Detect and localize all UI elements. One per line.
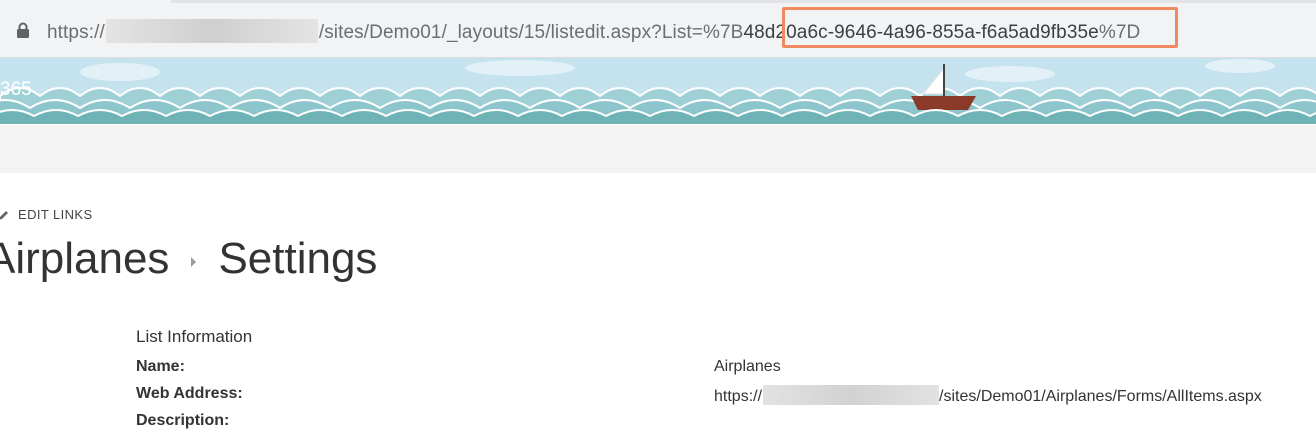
redacted-host xyxy=(763,385,940,405)
suite-bar xyxy=(0,125,1316,173)
web-address-value[interactable]: https:// /sites/Demo01/Airplanes/Forms/Al… xyxy=(714,385,1262,406)
address-bar[interactable]: https:// /sites/Demo01/_layouts/15/listed… xyxy=(0,0,1316,58)
theme-banner: 365 xyxy=(0,58,1316,125)
tab-strip-edge xyxy=(170,0,1316,3)
redacted-host xyxy=(105,19,318,43)
web-address-prefix: https:// xyxy=(714,388,763,405)
breadcrumb-current: Settings xyxy=(218,234,378,283)
name-label: Name: xyxy=(136,358,185,375)
description-label: Description: xyxy=(136,412,230,429)
breadcrumb-list-link[interactable]: Airplanes xyxy=(0,234,169,284)
guid-highlight-box xyxy=(782,7,1178,48)
pencil-icon xyxy=(0,210,8,220)
lock-icon[interactable] xyxy=(16,22,30,38)
page-title: Airplanes Settings xyxy=(0,234,377,284)
edit-links[interactable]: EDIT LINKS xyxy=(0,207,93,222)
breadcrumb-separator-icon xyxy=(191,257,197,267)
list-information-heading: List Information xyxy=(136,327,253,346)
url-path: /sites/Demo01/_layouts/15/listedit.aspx?… xyxy=(318,22,744,43)
web-address-label: Web Address: xyxy=(136,385,243,402)
edit-links-label[interactable]: EDIT LINKS xyxy=(18,207,93,222)
web-address-suffix: /sites/Demo01/Airplanes/Forms/AllItems.a… xyxy=(939,388,1262,405)
waves-illustration xyxy=(0,58,1316,125)
name-value: Airplanes xyxy=(714,358,781,375)
url-scheme: https:// xyxy=(47,22,105,43)
banner-label: 365 xyxy=(0,79,32,100)
